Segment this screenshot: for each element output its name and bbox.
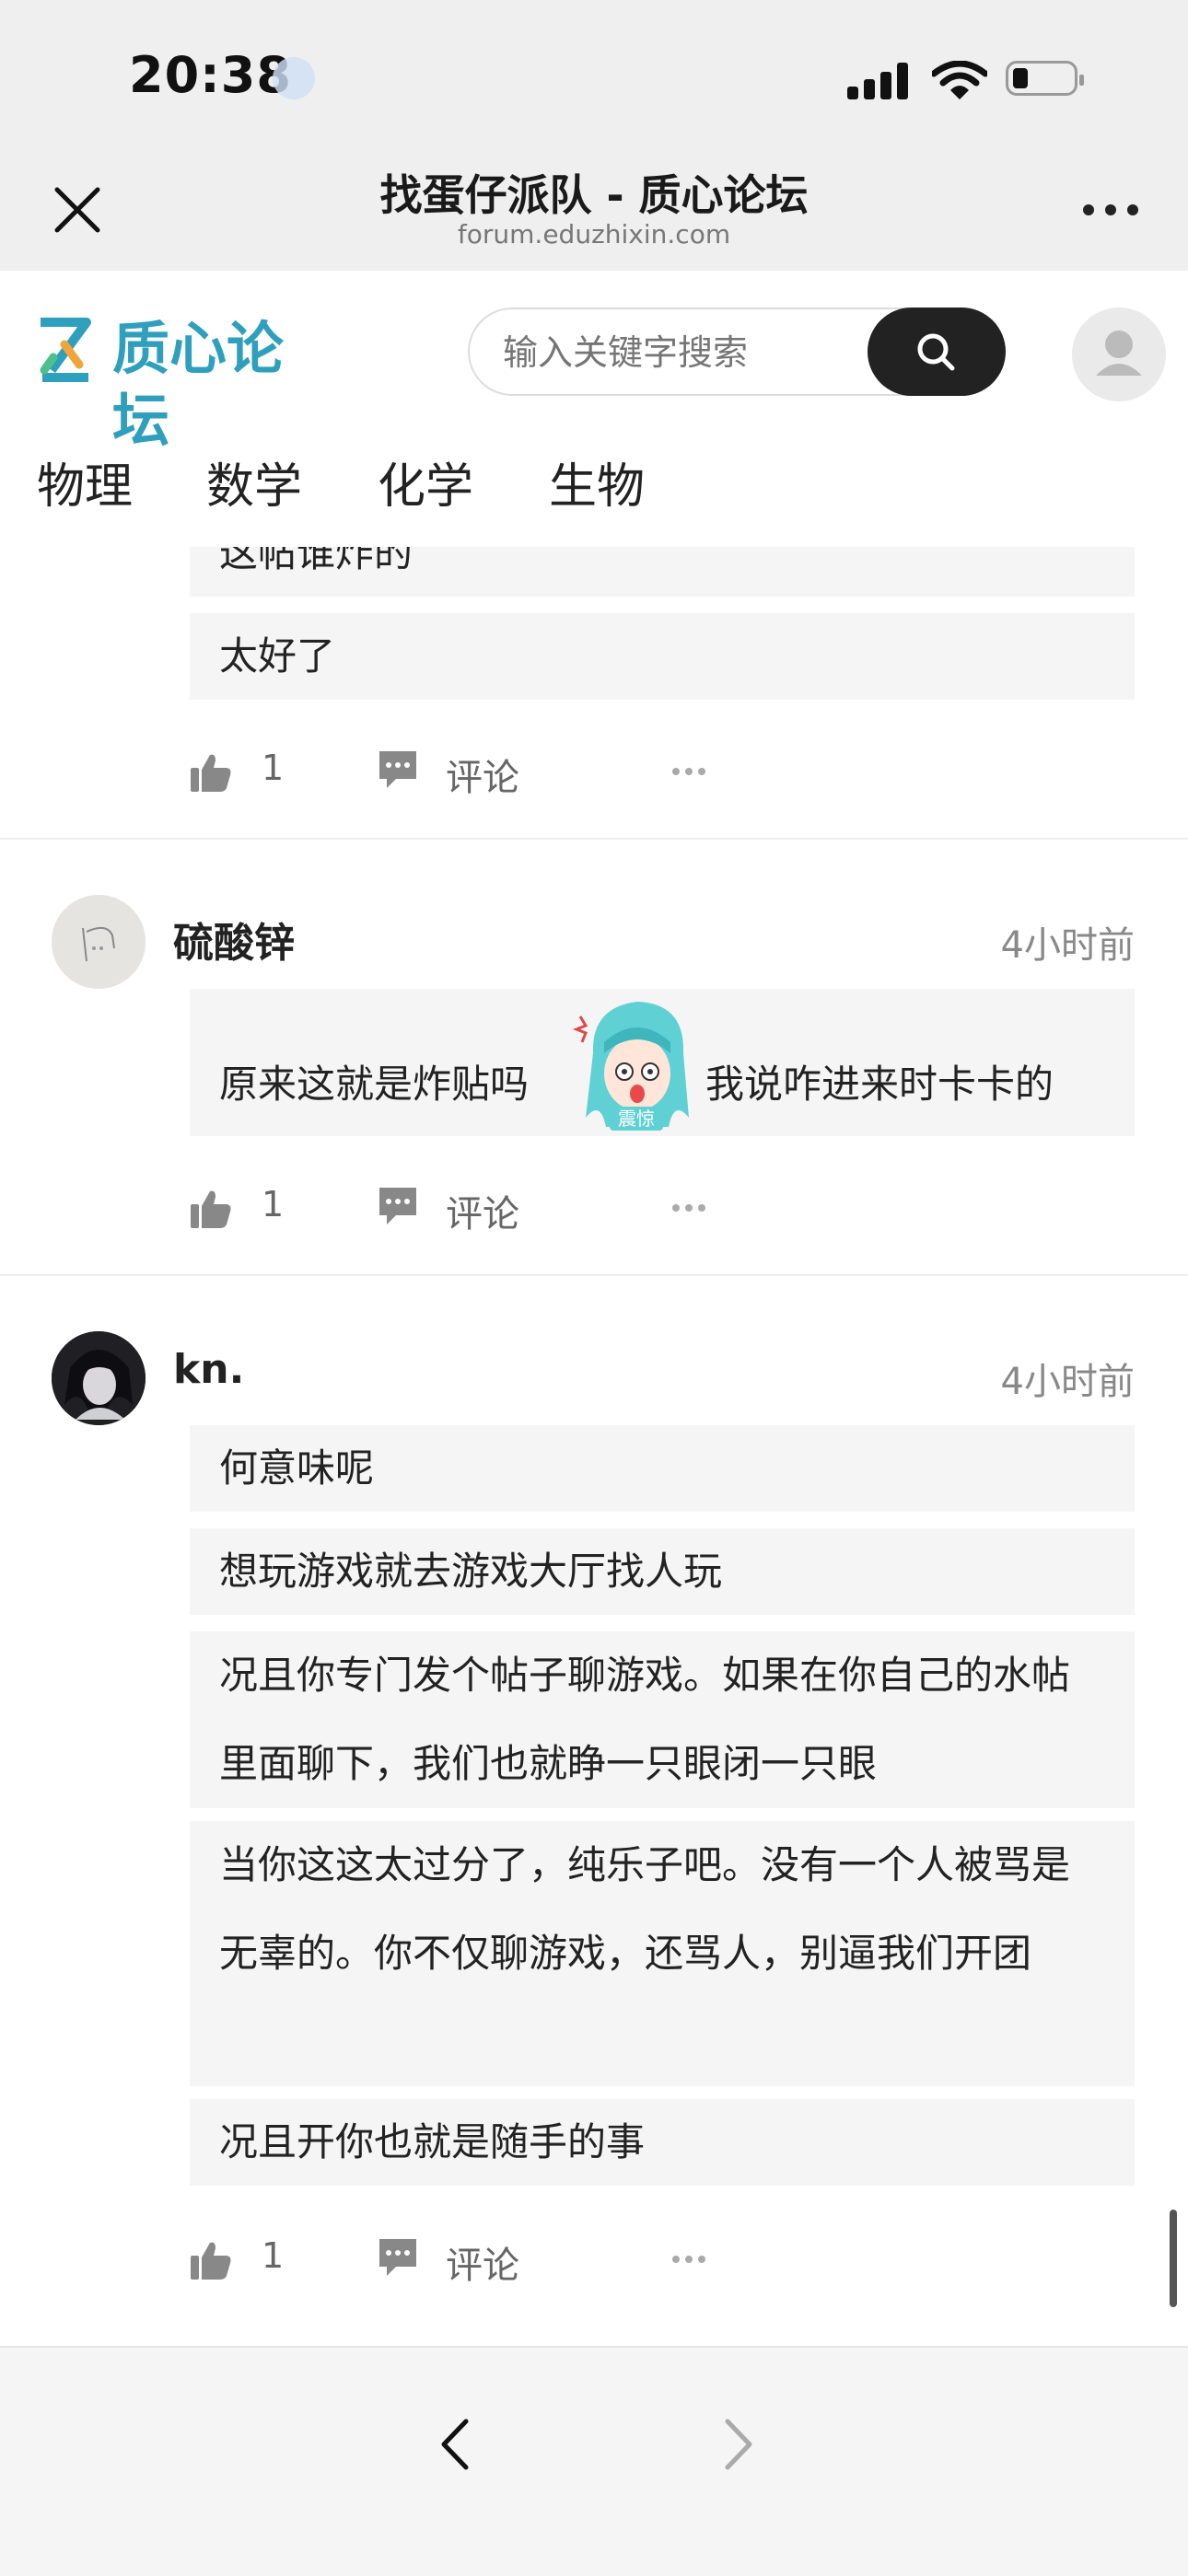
scrollbar-thumb[interactable] xyxy=(1170,2210,1177,2307)
reply-bubble: 何意味呢 xyxy=(190,1425,1135,1512)
like-count: 1 xyxy=(262,748,285,788)
nav-biology[interactable]: 生物 xyxy=(549,447,645,516)
comment-button[interactable]: 评论 xyxy=(446,748,519,801)
search-bar xyxy=(468,307,1006,396)
like-count: 1 xyxy=(262,1184,285,1224)
search-input[interactable] xyxy=(501,309,855,396)
thumbs-up-icon[interactable] xyxy=(190,2239,232,2281)
reply-bubble: 当你这这太过分了，纯乐子吧。没有一个人被骂是无辜的。你不仅聊游戏，还骂人，别逼我… xyxy=(190,1821,1135,2086)
reply-bubble: 想玩游戏就去游戏大厅找人玩 xyxy=(190,1528,1135,1615)
username[interactable]: kn. xyxy=(173,1346,244,1393)
post-more-icon[interactable] xyxy=(672,768,709,775)
forward-arrow-icon[interactable] xyxy=(709,2412,764,2477)
avatar-sketch-icon xyxy=(52,895,146,989)
comment-icon[interactable] xyxy=(376,2235,420,2280)
post-divider xyxy=(0,838,1188,840)
comment-button[interactable]: 评论 xyxy=(446,1184,519,1237)
thumbs-up-icon[interactable] xyxy=(190,751,232,794)
browser-header: 20:38 找蛋仔派队 - 质心论坛 forum.eduzhixin.com xyxy=(0,0,1188,271)
reply-bubble: 况且你专门发个帖子聊游戏。如果在你自己的水帖里面聊下，我们也就睁一只眼闭一只眼 xyxy=(190,1631,1135,1808)
post-more-icon[interactable] xyxy=(672,2256,709,2263)
anime-sticker-icon: 震惊 xyxy=(572,1002,689,1131)
post-divider xyxy=(0,1274,1188,1276)
logo-text: 质心论坛 xyxy=(112,315,285,454)
status-time: 20:38 xyxy=(129,46,292,104)
reply-bubble: 这帖谁炸的 xyxy=(190,547,1135,597)
nav-physics[interactable]: 物理 xyxy=(37,447,133,516)
post-actions: 1 评论 xyxy=(190,744,742,799)
browser-bottom-bar xyxy=(0,2346,1188,2576)
comment-icon[interactable] xyxy=(376,1184,420,1228)
back-arrow-icon[interactable] xyxy=(429,2412,484,2477)
avatar-portrait-icon xyxy=(52,1331,146,1425)
page-title: 找蛋仔派队 - 质心论坛 xyxy=(379,170,809,220)
post-actions: 1 评论 xyxy=(190,2232,742,2287)
page-url: forum.eduzhixin.com xyxy=(457,219,731,249)
wifi-icon xyxy=(932,61,987,99)
reply-bubble: 况且开你也就是随手的事 xyxy=(190,2099,1135,2186)
status-icons xyxy=(847,57,1087,99)
search-button[interactable] xyxy=(868,307,1006,396)
battery-icon xyxy=(1006,61,1084,96)
sticker-caption: 震惊 xyxy=(618,1108,655,1130)
avatar[interactable] xyxy=(52,895,146,989)
post-time: 4小时前 xyxy=(1000,1361,1135,1403)
comment-button[interactable]: 评论 xyxy=(446,2235,519,2289)
like-count: 1 xyxy=(262,2235,285,2276)
avatar[interactable] xyxy=(52,1331,146,1425)
post-time: 4小时前 xyxy=(1000,924,1135,967)
status-indicator-icon xyxy=(273,57,315,99)
post-actions: 1 评论 xyxy=(190,1180,742,1236)
more-options-icon[interactable] xyxy=(1083,201,1138,219)
reply-bubble: 原来这就是炸贴吗 震惊 我说咋进来时卡卡的 xyxy=(190,989,1135,1136)
nav-math[interactable]: 数学 xyxy=(206,447,302,516)
cellular-signal-icon xyxy=(847,63,912,99)
nav-chemistry[interactable]: 化学 xyxy=(378,447,473,516)
logo-z-icon xyxy=(40,318,91,382)
user-icon xyxy=(1096,331,1142,376)
reply-bubble: 太好了 xyxy=(190,613,1135,700)
post-list: 这帖谁炸的 太好了 1 评论 硫酸锌 4小时前 原来这就是炸贴吗 震惊 我说咋进… xyxy=(0,547,1188,2346)
post-more-icon[interactable] xyxy=(672,1204,709,1212)
user-avatar-button[interactable] xyxy=(1072,307,1166,401)
site-logo[interactable]: 质心论坛 xyxy=(37,313,332,454)
thumbs-up-icon[interactable] xyxy=(190,1188,232,1230)
search-icon xyxy=(917,333,955,371)
sticker-shocked: 震惊 xyxy=(572,989,700,1136)
reply-text: 我说咋进来时卡卡的 xyxy=(705,1062,1054,1107)
comment-icon[interactable] xyxy=(376,748,420,792)
username[interactable]: 硫酸锌 xyxy=(173,910,295,969)
reply-text: 原来这就是炸贴吗 xyxy=(219,1062,530,1107)
